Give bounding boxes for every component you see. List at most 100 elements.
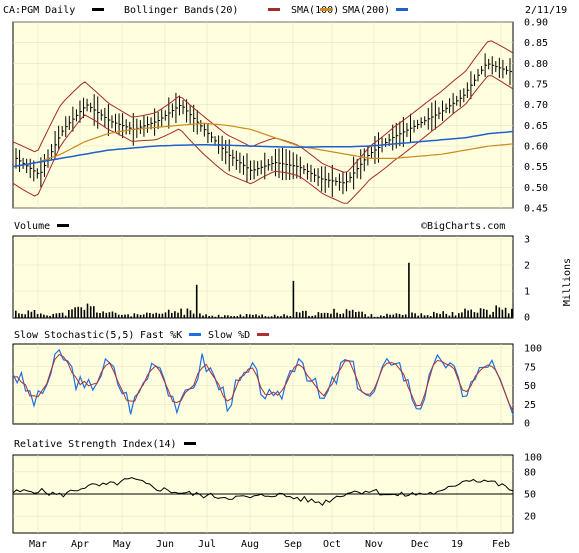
x-tick-label: 19 <box>451 539 463 550</box>
volume-bar <box>208 316 210 318</box>
volume-bar <box>348 310 351 318</box>
volume-bar <box>364 314 366 318</box>
volume-bar <box>136 314 139 318</box>
volume-bar <box>152 313 154 318</box>
volume-bar <box>380 315 382 318</box>
y-tick-label: 0.85 <box>524 38 548 49</box>
volume-bar <box>292 280 295 318</box>
volume-bar <box>298 312 301 318</box>
volume-bar <box>252 314 254 318</box>
volume-bar <box>342 313 345 318</box>
volume-bar <box>445 313 448 318</box>
volume-bar <box>18 313 20 318</box>
volume-bar <box>161 313 164 318</box>
y-tick-label: 1 <box>524 287 530 298</box>
volume-bar <box>414 313 416 318</box>
volume-bar <box>280 316 282 318</box>
volume-bar <box>339 314 341 318</box>
volume-bar <box>220 316 223 318</box>
x-tick-label: Nov <box>365 539 383 550</box>
sma200-legend-label: SMA(200) <box>342 5 390 16</box>
volume-bar <box>395 313 398 318</box>
volume-bar <box>389 314 391 318</box>
volume-bar <box>83 309 86 318</box>
volume-bar <box>386 313 388 318</box>
volume-bar <box>277 316 279 318</box>
sma100-legend-swatch <box>320 8 332 11</box>
stochastic-fast-label: Fast %K <box>140 330 182 341</box>
volume-bar <box>429 316 432 318</box>
volume-bar <box>55 313 58 318</box>
volume-bar <box>177 312 179 318</box>
volume-bar <box>426 315 429 318</box>
x-tick-label: May <box>113 539 131 550</box>
volume-bar <box>355 312 357 318</box>
volume-bar <box>398 313 401 318</box>
volume-bar <box>258 315 260 318</box>
y-tick-label: 100 <box>524 453 542 464</box>
y-tick-label: 50 <box>524 381 536 392</box>
volume-bar <box>351 309 354 318</box>
volume-bar <box>314 315 317 318</box>
volume-bar <box>61 312 64 318</box>
volume-bar <box>302 310 304 318</box>
volume-bar <box>267 316 270 318</box>
volume-bar <box>376 316 379 318</box>
volume-bar <box>323 312 326 318</box>
volume-bar <box>192 313 195 318</box>
volume-bar <box>224 315 226 318</box>
rsi-legend-swatch <box>184 442 196 445</box>
stochastic-slow-label: Slow %D <box>208 330 250 341</box>
x-tick-label: Jun <box>156 539 174 550</box>
volume-bar <box>305 310 307 318</box>
volume-bar <box>217 314 220 318</box>
volume-bar <box>417 315 419 318</box>
volume-bar <box>111 311 114 318</box>
volume-bar <box>273 314 276 318</box>
volume-bar <box>482 308 485 318</box>
volume-bar <box>495 305 497 318</box>
volume-bar <box>358 311 360 318</box>
volume-bar <box>255 314 257 318</box>
volume-bar <box>74 307 76 318</box>
volume-bar <box>442 311 444 318</box>
volume-bar <box>283 314 285 318</box>
volume-bar <box>33 310 36 318</box>
volume-bar <box>264 316 267 318</box>
x-tick-label: Aug <box>241 539 259 550</box>
volume-bar <box>199 313 201 318</box>
x-tick-label: Feb <box>492 539 510 550</box>
y-tick-label: 20 <box>524 512 536 523</box>
volume-bar <box>80 307 83 318</box>
volume-bar <box>64 315 67 318</box>
x-tick-label: Mar <box>29 539 47 550</box>
volume-bar <box>270 316 273 318</box>
y-tick-label: 0 <box>524 419 530 430</box>
volume-bar <box>451 312 454 318</box>
bollinger-legend-swatch <box>268 8 280 11</box>
y-tick-label: 0.80 <box>524 59 548 70</box>
y-tick-label: 0.45 <box>524 204 548 215</box>
volume-bar <box>93 306 95 318</box>
volume-bar <box>461 312 463 318</box>
rsi-title: Relative Strength Index(14) <box>14 439 177 450</box>
volume-bar <box>202 315 204 318</box>
volume-bar <box>320 313 323 318</box>
y-tick-label: 0.75 <box>524 80 548 91</box>
price-panel: 0.90 0.85 0.80 0.75 0.70 0.65 0.60 0.55 0.50 0.45… <box>3 5 567 215</box>
volume-bar <box>158 313 161 318</box>
volume-bar <box>261 314 263 318</box>
volume-bar <box>189 310 192 318</box>
volume-title: Volume <box>14 221 50 232</box>
volume-bar <box>423 315 426 318</box>
volume-bar <box>464 308 466 318</box>
chart-canvas: 0.90 0.85 0.80 0.75 0.70 0.65 0.60 0.55 0.50 0.45… <box>0 0 579 553</box>
volume-bar <box>401 315 404 318</box>
volume-bar <box>233 316 235 318</box>
volume-bar <box>36 314 39 318</box>
y-tick-label: 2 <box>524 261 530 272</box>
volume-bar <box>24 314 26 318</box>
y-tick-label: 0.90 <box>524 18 548 29</box>
stochastic-title: Slow Stochastic(5,5) <box>14 330 134 341</box>
volume-bar <box>86 303 89 318</box>
